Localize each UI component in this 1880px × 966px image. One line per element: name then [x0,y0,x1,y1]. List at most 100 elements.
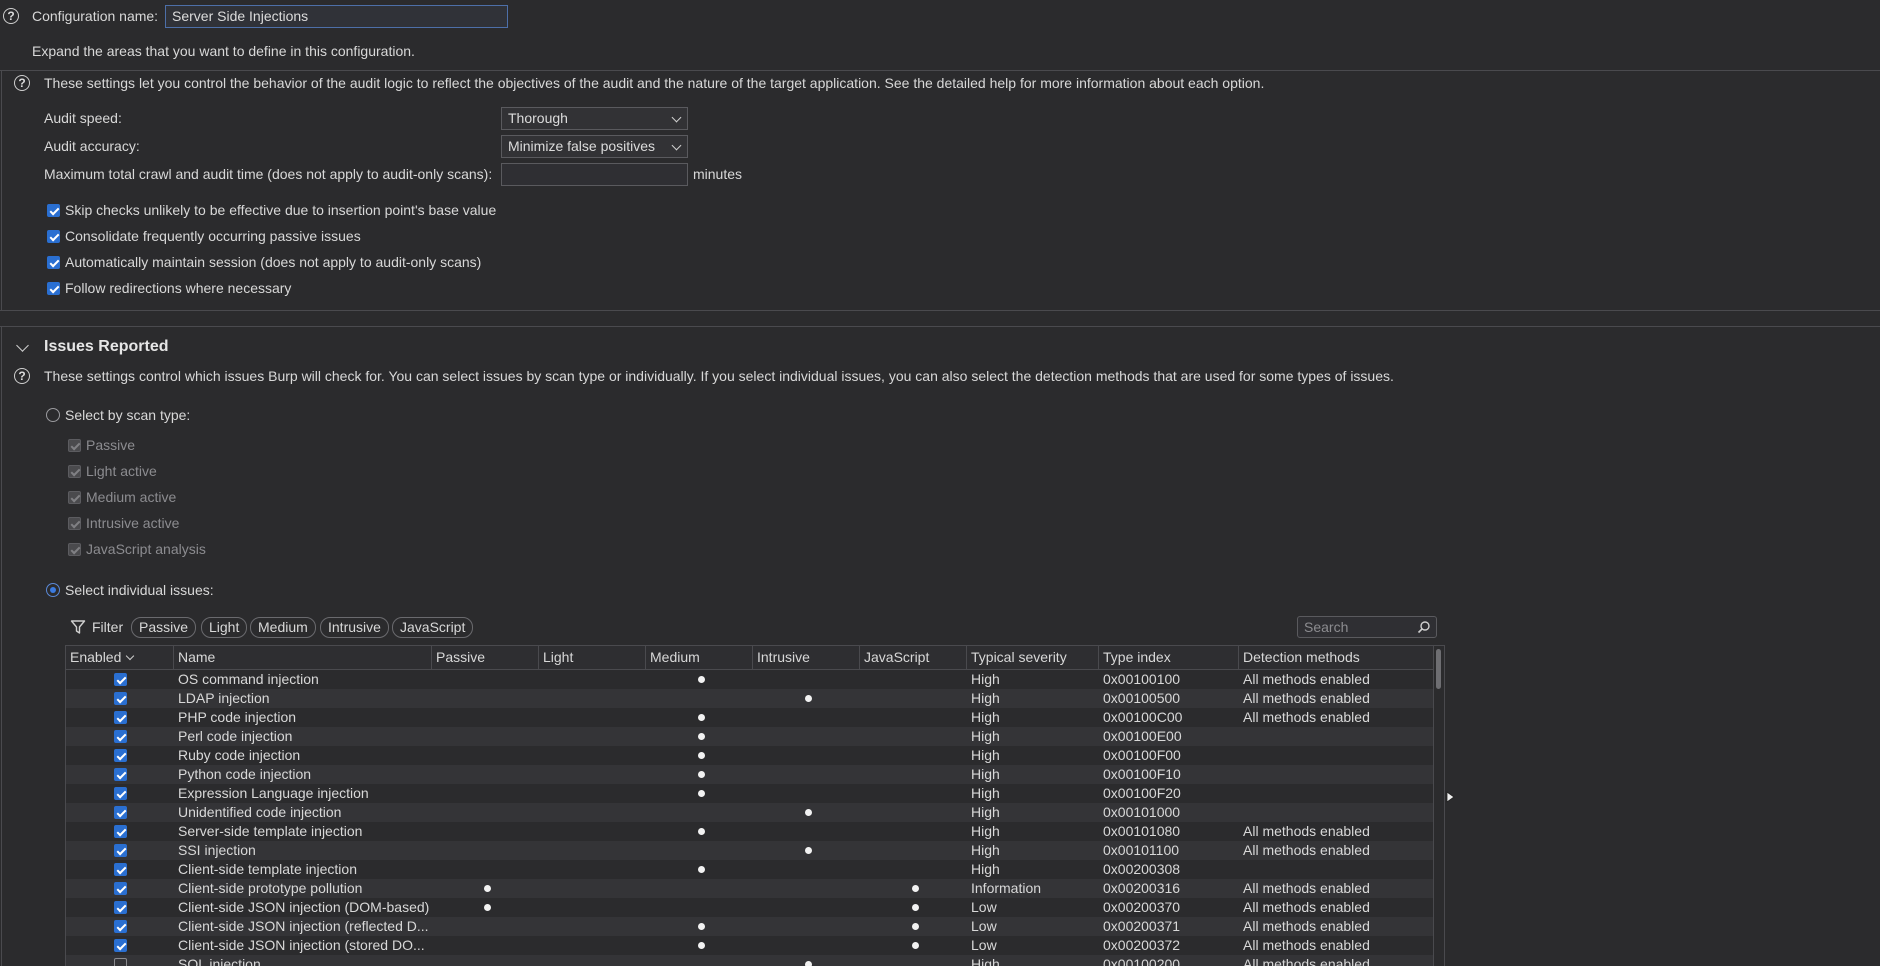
row-enabled-checkbox[interactable] [114,920,127,933]
filter-pill-passive[interactable]: Passive [131,617,197,638]
row-enabled-checkbox[interactable] [114,844,127,857]
row-enabled-checkbox[interactable] [114,768,127,781]
row-enabled-checkbox[interactable] [114,939,127,952]
filter-pill-medium[interactable]: Medium [250,617,316,638]
table-row[interactable]: LDAP injection High 0x00100500 All methods … [66,689,1434,708]
scan-type-javascript-checkbox [68,543,81,556]
row-enabled-checkbox[interactable] [114,806,127,819]
table-row[interactable]: Client-side JSON injection (stored DO...… [66,936,1434,955]
column-header-passive[interactable]: Passive [432,646,539,669]
row-name: Ruby code injection [178,747,301,763]
vertical-scrollbar[interactable] [1433,646,1444,966]
filter-pill-javascript[interactable]: JavaScript [392,617,474,638]
table-row[interactable]: Ruby code injection High 0x00100F00 [66,746,1434,765]
table-row[interactable]: OS command injection High 0x00100100 All me… [66,670,1434,689]
divider [0,310,1880,311]
column-header-intrusive[interactable]: Intrusive [753,646,860,669]
column-header-label: Enabled [70,649,122,665]
filter-pill-light[interactable]: Light [201,617,248,638]
scan-type-intrusive-checkbox [68,517,81,530]
max-time-input[interactable] [501,163,688,186]
row-name: Client-side JSON injection (stored DO... [178,937,425,953]
column-header-severity[interactable]: Typical severity [967,646,1099,669]
table-row[interactable]: Server-side template injection High 0x0010… [66,822,1434,841]
row-name: SQL injection [178,956,261,966]
row-enabled-checkbox[interactable] [114,901,127,914]
row-enabled-checkbox[interactable] [114,673,127,686]
help-icon[interactable]: ? [14,75,30,91]
select-individual-issues-radio[interactable] [46,583,60,597]
table-row[interactable]: Client-side JSON injection (reflected D.… [66,917,1434,936]
row-enabled-checkbox[interactable] [114,787,127,800]
help-icon[interactable]: ? [3,8,19,24]
scan-type-dot [484,904,491,911]
row-name: Server-side template injection [178,823,363,839]
row-enabled-checkbox[interactable] [114,882,127,895]
scan-type-light-checkbox [68,465,81,478]
table-row[interactable]: PHP code injection High 0x00100C00 All meth… [66,708,1434,727]
table-row[interactable]: Client-side prototype pollution Informati… [66,879,1434,898]
row-detection-methods: All methods enabled [1243,709,1370,725]
row-detection-methods: All methods enabled [1243,671,1370,687]
audit-accuracy-select[interactable]: Minimize false positives [501,135,688,158]
sort-desc-icon [125,651,135,661]
filter-icon[interactable] [70,619,86,635]
row-enabled-checkbox[interactable] [114,730,127,743]
scrollbar-thumb[interactable] [1436,649,1441,689]
column-header-name[interactable]: Name [174,646,432,669]
column-header-type-index[interactable]: Type index [1099,646,1239,669]
scan-configuration-page: ? Configuration name: Server Side Inject… [0,0,1880,966]
follow-redirections-checkbox[interactable] [47,282,60,295]
collapse-chevron-icon[interactable] [16,339,29,352]
consolidate-passive-checkbox[interactable] [47,230,60,243]
table-row[interactable]: Perl code injection High 0x00100E00 [66,727,1434,746]
row-detection-methods: All methods enabled [1243,956,1370,966]
follow-redirections-label: Follow redirections where necessary [65,280,292,296]
row-detection-methods [1239,784,1434,803]
scan-type-dot [912,885,919,892]
table-row[interactable]: SQL injection High 0x00100200 All methods e… [66,955,1434,966]
table-row[interactable]: Client-side template injection High 0x0020… [66,860,1434,879]
row-enabled-checkbox[interactable] [114,825,127,838]
expand-hint: Expand the areas that you want to define… [32,43,415,59]
column-header-light[interactable]: Light [539,646,646,669]
column-header-javascript[interactable]: JavaScript [860,646,967,669]
help-icon[interactable]: ? [14,368,30,384]
scan-type-dot [698,733,705,740]
row-name: Client-side JSON injection (DOM-based) [178,899,430,915]
row-enabled-checkbox[interactable] [114,863,127,876]
scan-type-dot [698,942,705,949]
config-name-input[interactable]: Server Side Injections [165,5,508,28]
column-header-enabled[interactable]: Enabled [66,646,174,669]
search-input[interactable]: Search [1297,616,1437,638]
select-by-scan-type-radio[interactable] [46,408,60,422]
audit-accuracy-label: Audit accuracy: [44,138,140,154]
scan-type-dot [698,790,705,797]
row-enabled-checkbox[interactable] [114,692,127,705]
table-row[interactable]: SSI injection High 0x00101100 All methods e… [66,841,1434,860]
row-detection-methods: All methods enabled [1243,690,1370,706]
row-enabled-checkbox[interactable] [114,711,127,724]
audit-speed-select[interactable]: Thorough [501,107,688,130]
scan-type-passive-label: Passive [86,437,136,453]
table-row[interactable]: Expression Language injection High 0x00100… [66,784,1434,803]
row-name: Expression Language injection [178,785,369,801]
row-type-index: 0x00101100 [1103,842,1180,858]
skip-checks-checkbox[interactable] [47,204,60,217]
column-header-medium[interactable]: Medium [646,646,753,669]
column-header-detection-methods[interactable]: Detection methods [1239,646,1434,669]
table-row[interactable]: Unidentified code injection High 0x0010100… [66,803,1434,822]
row-detection-methods: All methods enabled [1243,880,1370,896]
table-row[interactable]: Client-side JSON injection (DOM-based) Lo… [66,898,1434,917]
table-row[interactable]: Python code injection High 0x00100F10 [66,765,1434,784]
row-type-index: 0x00100F20 [1103,785,1181,801]
row-type-index: 0x00200370 [1103,899,1181,915]
row-name: OS command injection [178,671,319,687]
maintain-session-checkbox[interactable] [47,256,60,269]
row-enabled-checkbox[interactable] [114,749,127,762]
row-severity: High [971,747,1000,763]
filter-pill-intrusive[interactable]: Intrusive [320,617,389,638]
scan-type-intrusive-label: Intrusive active [86,515,180,531]
pointer-arrow-icon [1446,791,1455,803]
row-enabled-checkbox[interactable] [114,958,127,966]
